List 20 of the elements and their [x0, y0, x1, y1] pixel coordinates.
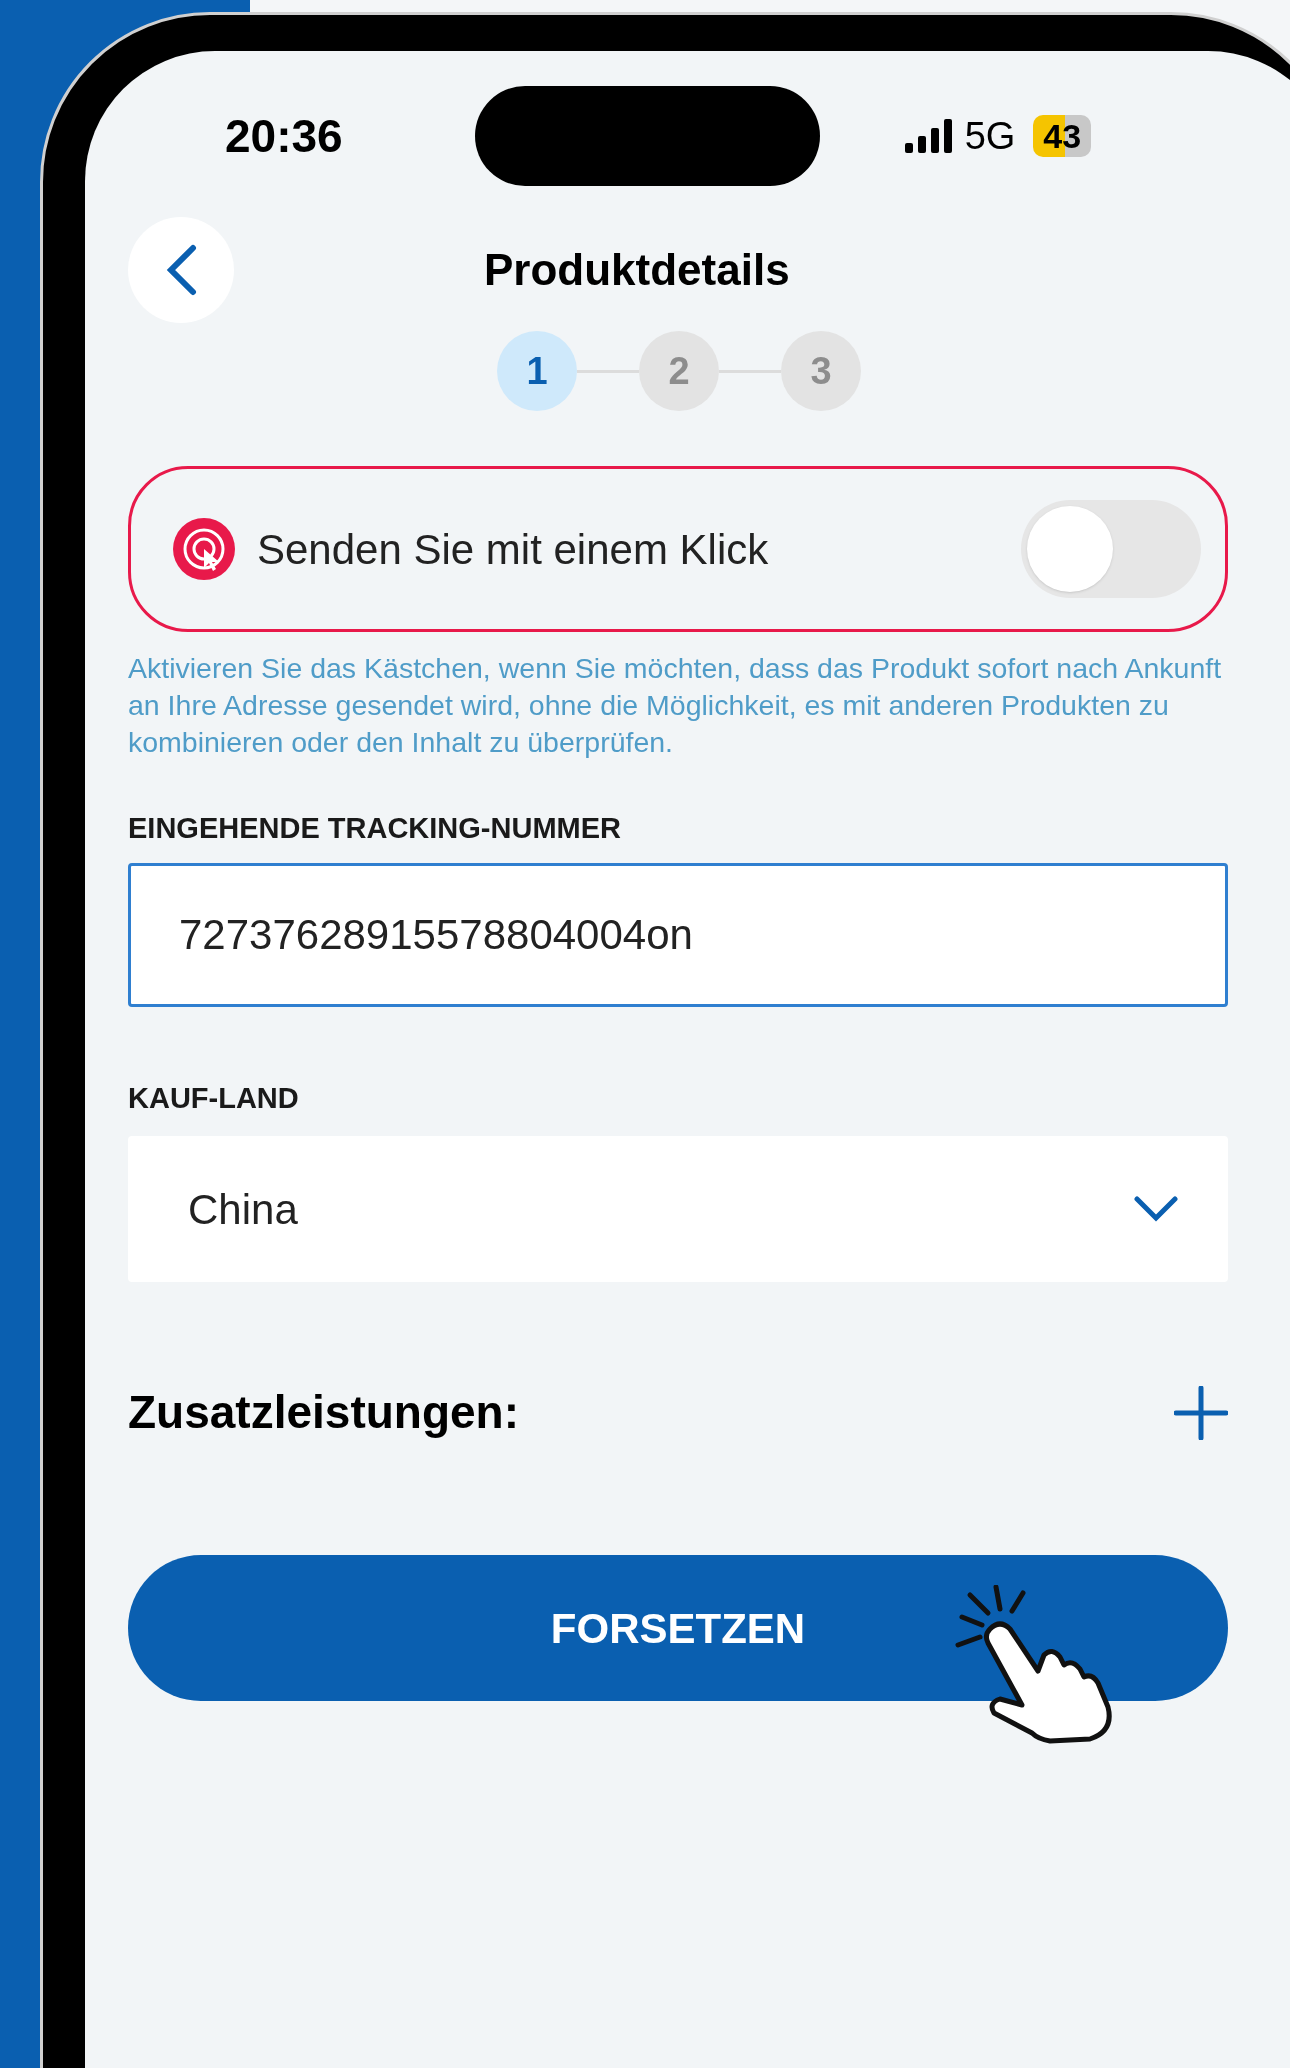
hint-text: Aktivieren Sie das Kästchen, wenn Sie möchten, dass das Produkt sofort nach Ankunft an Ihre Adresse gesendet wird, ohne die Möglichkeit, es mit anderen Produkten zu kombinieren oder den Inhalt zu überprüfen.: [128, 651, 1223, 760]
network-label: 5G: [964, 113, 1016, 159]
add-extras-button[interactable]: [1174, 1385, 1228, 1440]
step-indicator: 1: [497, 331, 577, 411]
signal-icon: [904, 119, 953, 153]
page-title: Produktdetails: [484, 244, 790, 296]
country-label: KAUF-LAND: [128, 1080, 300, 1116]
plus-icon: [1174, 1385, 1228, 1440]
tracking-label: EINGEHENDE TRACKING-NUMMER: [128, 811, 622, 846]
tracking-input-field[interactable]: 72737628915578804004on: [128, 862, 1228, 1007]
step-indicator: 2: [639, 331, 719, 411]
country-select[interactable]: China: [128, 1136, 1228, 1282]
chevron-down-icon: [1134, 1196, 1178, 1222]
status-time: 20:36: [225, 108, 343, 164]
extras-heading: Zusatzleistungen:: [128, 1385, 520, 1440]
step-indicator: 3: [781, 331, 861, 411]
continue-button[interactable]: FORSETZEN: [128, 1555, 1228, 1701]
back-icon: [165, 244, 197, 296]
one-click-label: Senden Sie mit einem Klick: [257, 524, 769, 575]
tap-icon: [173, 518, 235, 580]
